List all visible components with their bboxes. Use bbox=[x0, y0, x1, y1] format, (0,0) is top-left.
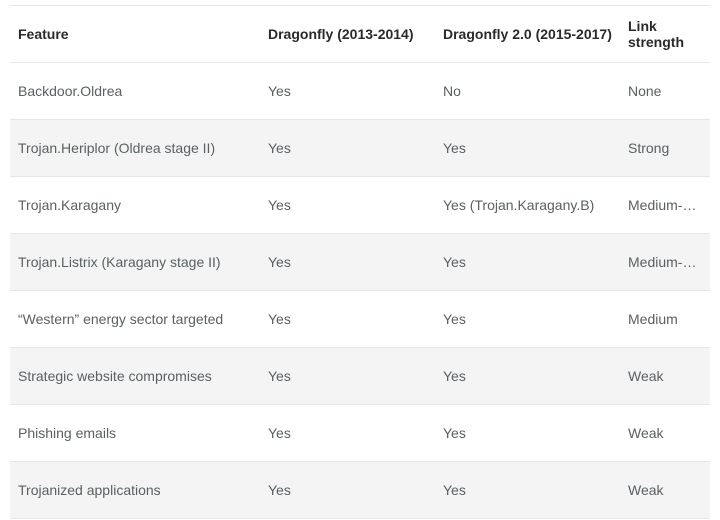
cell-dragonfly: Yes bbox=[260, 462, 435, 519]
comparison-table: Feature Dragonfly (2013-2014) Dragonfly … bbox=[10, 5, 710, 519]
cell-feature: Phishing emails bbox=[10, 405, 260, 462]
cell-link-strength: Medium-Strong bbox=[620, 177, 710, 234]
cell-dragonfly: Yes bbox=[260, 177, 435, 234]
cell-link-strength: Weak bbox=[620, 348, 710, 405]
table-row: Phishing emails Yes Yes Weak bbox=[10, 405, 710, 462]
cell-dragonfly: Yes bbox=[260, 348, 435, 405]
cell-dragonfly2: Yes bbox=[435, 234, 620, 291]
cell-dragonfly: Yes bbox=[260, 291, 435, 348]
cell-dragonfly2: No bbox=[435, 63, 620, 120]
cell-feature: Trojan.Heriplor (Oldrea stage II) bbox=[10, 120, 260, 177]
cell-link-strength: Weak bbox=[620, 405, 710, 462]
table-row: Trojan.Listrix (Karagany stage II) Yes Y… bbox=[10, 234, 710, 291]
col-header-feature: Feature bbox=[10, 6, 260, 63]
cell-dragonfly: Yes bbox=[260, 120, 435, 177]
table-row: Trojan.Heriplor (Oldrea stage II) Yes Ye… bbox=[10, 120, 710, 177]
cell-link-strength: Weak bbox=[620, 462, 710, 519]
cell-dragonfly: Yes bbox=[260, 234, 435, 291]
cell-dragonfly2: Yes (Trojan.Karagany.B) bbox=[435, 177, 620, 234]
cell-feature: “Western” energy sector targeted bbox=[10, 291, 260, 348]
cell-feature: Strategic website compromises bbox=[10, 348, 260, 405]
table-row: Trojan.Karagany Yes Yes (Trojan.Karagany… bbox=[10, 177, 710, 234]
cell-dragonfly2: Yes bbox=[435, 405, 620, 462]
table-container: Feature Dragonfly (2013-2014) Dragonfly … bbox=[10, 5, 710, 519]
cell-feature: Backdoor.Oldrea bbox=[10, 63, 260, 120]
col-header-dragonfly2: Dragonfly 2.0 (2015-2017) bbox=[435, 6, 620, 63]
table-row: Backdoor.Oldrea Yes No None bbox=[10, 63, 710, 120]
cell-feature: Trojanized applications bbox=[10, 462, 260, 519]
cell-feature: Trojan.Listrix (Karagany stage II) bbox=[10, 234, 260, 291]
cell-dragonfly2: Yes bbox=[435, 462, 620, 519]
table-row: Strategic website compromises Yes Yes We… bbox=[10, 348, 710, 405]
cell-feature: Trojan.Karagany bbox=[10, 177, 260, 234]
cell-dragonfly: Yes bbox=[260, 63, 435, 120]
table-row: “Western” energy sector targeted Yes Yes… bbox=[10, 291, 710, 348]
cell-dragonfly2: Yes bbox=[435, 348, 620, 405]
cell-dragonfly: Yes bbox=[260, 405, 435, 462]
cell-link-strength: Medium-Strong bbox=[620, 234, 710, 291]
col-header-link-strength: Link strength bbox=[620, 6, 710, 63]
cell-dragonfly2: Yes bbox=[435, 291, 620, 348]
cell-link-strength: None bbox=[620, 63, 710, 120]
table-header-row: Feature Dragonfly (2013-2014) Dragonfly … bbox=[10, 6, 710, 63]
cell-dragonfly2: Yes bbox=[435, 120, 620, 177]
table-row: Trojanized applications Yes Yes Weak bbox=[10, 462, 710, 519]
cell-link-strength: Medium bbox=[620, 291, 710, 348]
col-header-dragonfly: Dragonfly (2013-2014) bbox=[260, 6, 435, 63]
cell-link-strength: Strong bbox=[620, 120, 710, 177]
